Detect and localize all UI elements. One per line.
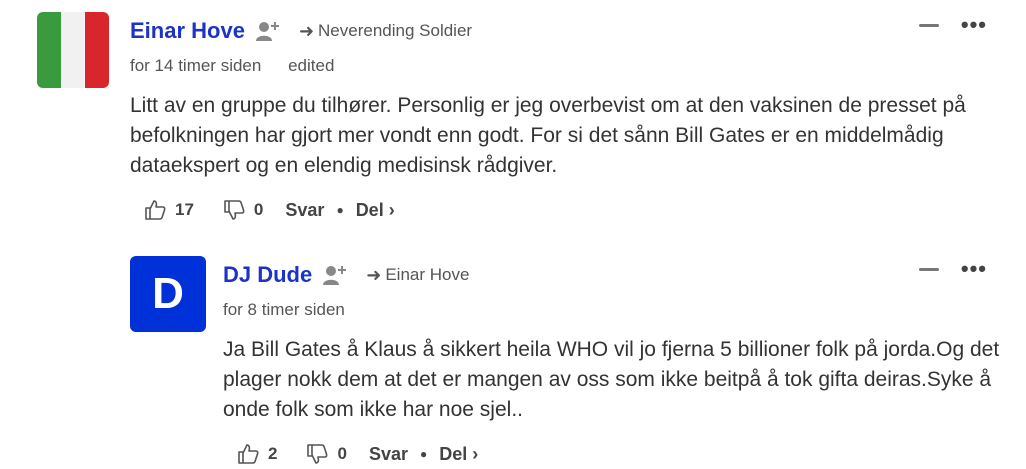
comment-body: Ja Bill Gates å Klaus å sikkert heila WH… xyxy=(223,338,1000,421)
avatar[interactable] xyxy=(37,12,109,88)
flag-stripe-red xyxy=(85,12,109,88)
arrow-right-icon: ➜ xyxy=(298,20,315,41)
thumbs-down-icon xyxy=(305,442,329,466)
flag-stripe-white xyxy=(61,12,85,88)
author-name[interactable]: Einar Hove xyxy=(130,18,245,44)
dislike-button[interactable]: 0 xyxy=(305,442,347,466)
comment-header: Einar Hove ➜ Neverending Soldier xyxy=(130,18,472,44)
thumbs-up-icon xyxy=(143,198,167,222)
comment-meta: for 14 timer siden edited xyxy=(130,56,334,76)
thumbs-down-icon xyxy=(222,198,246,222)
comment-meta: for 8 timer siden xyxy=(223,300,345,320)
like-button[interactable]: 17 xyxy=(143,198,194,222)
share-button[interactable]: Del › xyxy=(439,444,478,465)
more-options-icon[interactable]: ••• xyxy=(961,14,987,36)
comment-actions: 17 0 Svar ● Del › xyxy=(143,198,395,222)
like-count: 2 xyxy=(268,444,278,463)
add-user-icon[interactable] xyxy=(322,263,348,287)
reply-button[interactable]: Svar xyxy=(285,200,324,221)
dislike-count: 0 xyxy=(337,444,347,463)
avatar[interactable]: D xyxy=(130,256,206,332)
reply-to-name: Neverending Soldier xyxy=(318,21,473,40)
more-options-icon[interactable]: ••• xyxy=(961,258,987,280)
comment-body: Litt av en gruppe du tilhører. Personlig… xyxy=(130,94,966,177)
comment-controls: ••• xyxy=(918,14,987,36)
arrow-right-icon: ➜ xyxy=(366,264,382,285)
reply-to-name: Einar Hove xyxy=(385,265,470,284)
comment-actions: 2 0 Svar ● Del › xyxy=(236,442,478,466)
edited-label: edited xyxy=(288,56,335,75)
reply-to[interactable]: ➜ Einar Hove xyxy=(366,265,469,286)
add-user-icon[interactable] xyxy=(255,19,281,43)
comment-controls: ••• xyxy=(918,258,987,280)
like-button[interactable]: 2 xyxy=(236,442,277,466)
share-button[interactable]: Del › xyxy=(356,200,395,221)
thumbs-up-icon xyxy=(236,442,260,466)
timestamp: for 8 timer siden xyxy=(223,300,345,319)
reply-to[interactable]: ➜ Neverending Soldier xyxy=(299,21,472,42)
minus-icon[interactable] xyxy=(918,23,939,27)
separator-dot: ● xyxy=(419,447,428,461)
author-name[interactable]: DJ Dude xyxy=(223,262,312,288)
timestamp: for 14 timer siden xyxy=(130,56,262,75)
dislike-button[interactable]: 0 xyxy=(222,198,263,222)
minus-icon[interactable] xyxy=(918,267,939,271)
reply-button[interactable]: Svar xyxy=(369,444,408,465)
dislike-count: 0 xyxy=(253,200,264,219)
flag-stripe-green xyxy=(37,12,61,88)
separator-dot: ● xyxy=(336,203,344,217)
comment-header: DJ Dude ➜ Einar Hove xyxy=(223,262,469,288)
like-count: 17 xyxy=(175,200,194,219)
